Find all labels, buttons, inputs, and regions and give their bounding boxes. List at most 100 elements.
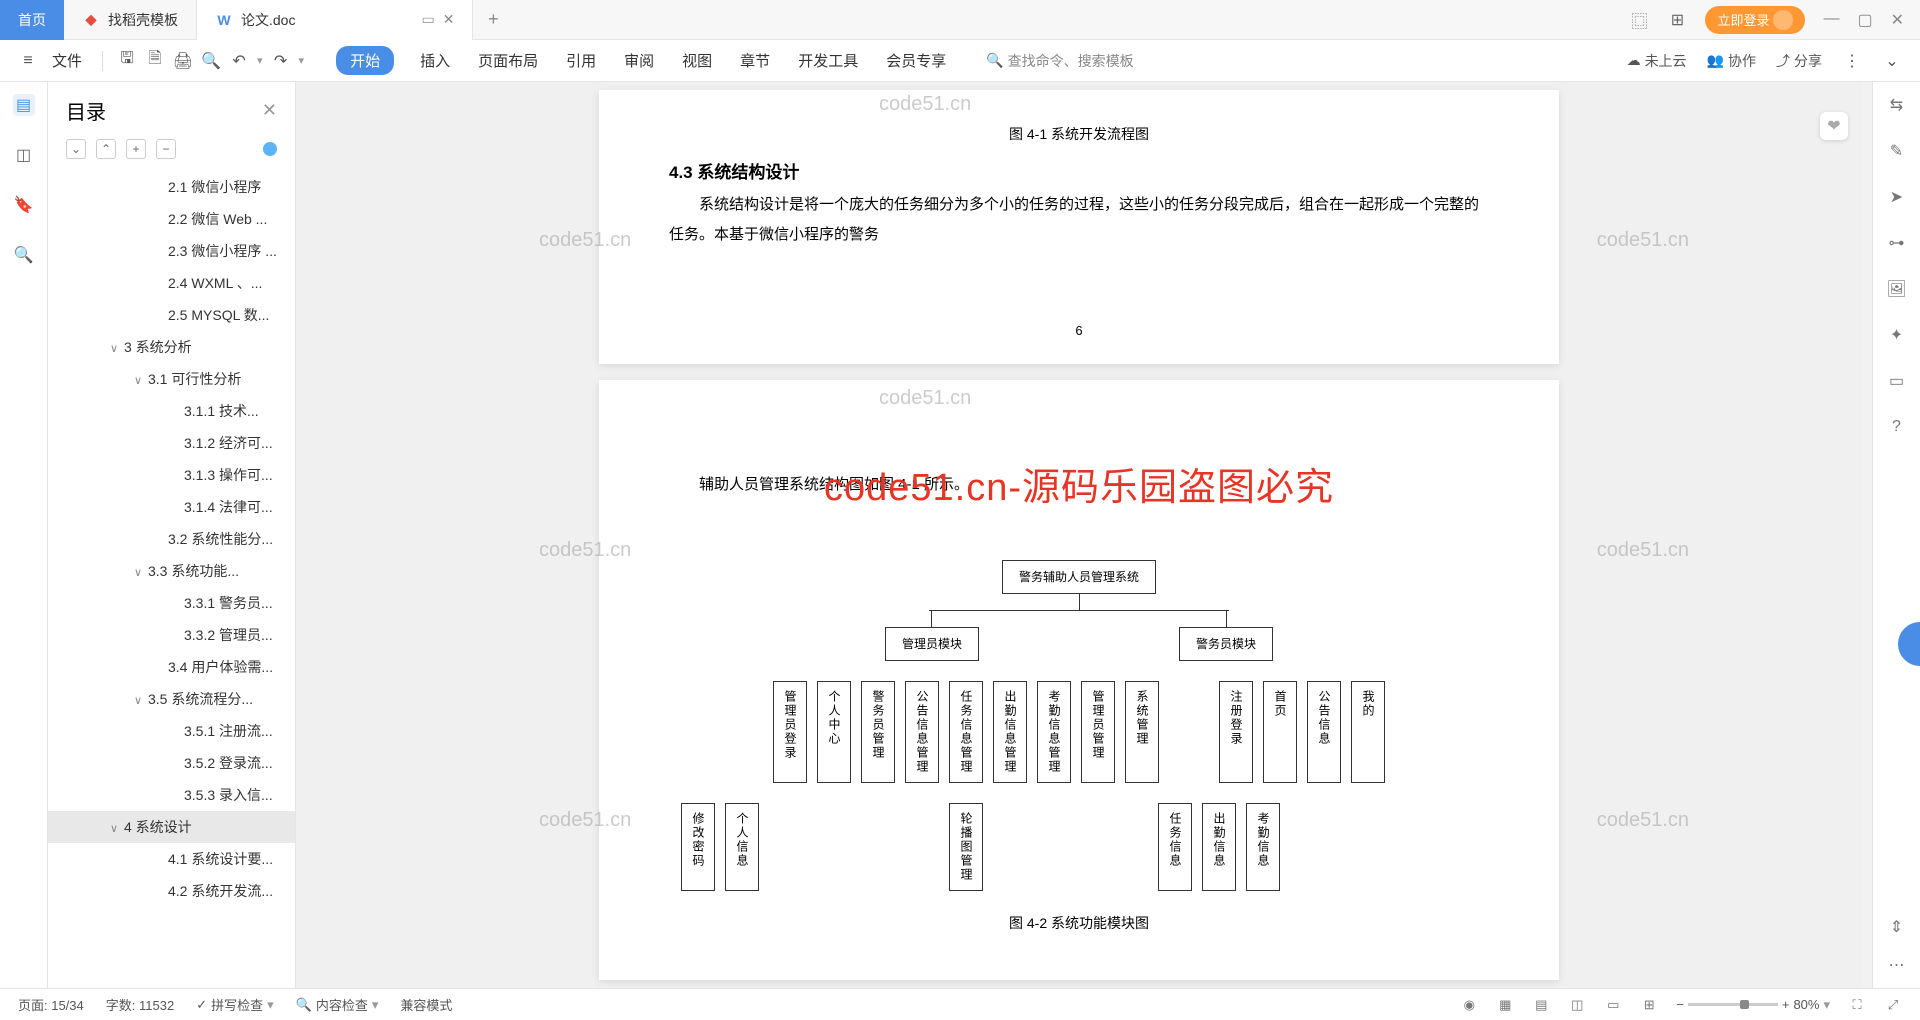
collab-button[interactable]: 👥协作 — [1707, 51, 1756, 71]
collapse-ribbon-icon[interactable]: ⌄ — [1882, 51, 1902, 71]
outline-item[interactable]: 3.5.2 登录流... — [48, 747, 295, 779]
save-as-icon[interactable]: 🗎 — [145, 51, 165, 71]
find-icon[interactable]: 🔍 — [13, 244, 35, 266]
ribbon-tab-section[interactable]: 章节 — [738, 46, 772, 75]
bookmark-toggle[interactable]: ❤ — [1820, 112, 1848, 140]
pen-icon[interactable]: ✎ — [1886, 140, 1908, 162]
outline-item[interactable]: 3.4 用户体验需... — [48, 651, 295, 683]
redo-icon[interactable]: ↷ — [271, 51, 291, 71]
outline-item[interactable]: 3.1.2 经济可... — [48, 427, 295, 459]
ai-icon[interactable]: ✦ — [1886, 324, 1908, 346]
outline-item[interactable]: 2.3 微信小程序 ... — [48, 235, 295, 267]
settings-icon[interactable]: ⊶ — [1886, 232, 1908, 254]
ribbon-tab-start[interactable]: 开始 — [336, 46, 394, 75]
ribbon-tab-insert[interactable]: 插入 — [418, 46, 452, 75]
outline-item[interactable]: 3.5.3 录入信... — [48, 779, 295, 811]
select-icon[interactable]: ➤ — [1886, 186, 1908, 208]
fit-icon[interactable]: ⤢ — [1884, 997, 1902, 1013]
outline-item[interactable]: 2.2 微信 Web ... — [48, 203, 295, 235]
outline-item[interactable]: ∨3.5 系统流程分... — [48, 683, 295, 715]
spellcheck-button[interactable]: ✓拼写检查▾ — [196, 995, 273, 1014]
outline-item[interactable]: 3.3.1 警务员... — [48, 587, 295, 619]
bookmark-icon[interactable]: 🔖 — [13, 194, 35, 216]
outline-item[interactable]: ∨4 系统设计 — [48, 811, 295, 843]
tab-template[interactable]: ◆ 找稻壳模板 — [64, 0, 197, 40]
zoom-in-icon[interactable]: + — [1782, 997, 1790, 1012]
outline-icon[interactable]: ▤ — [13, 94, 35, 116]
maximize-button[interactable]: ▢ — [1857, 10, 1872, 30]
print-preview-icon[interactable]: 🔍 — [201, 51, 221, 71]
login-button[interactable]: 立即登录 — [1705, 6, 1805, 34]
undo-icon[interactable]: ↶ — [229, 51, 249, 71]
outline-options-icon[interactable] — [263, 142, 277, 156]
view1-icon[interactable]: ▦ — [1496, 997, 1514, 1013]
outline-item[interactable]: 2.1 微信小程序 — [48, 171, 295, 203]
ribbon-tab-developer[interactable]: 开发工具 — [796, 46, 860, 75]
outline-item[interactable]: 3.1.4 法律可... — [48, 491, 295, 523]
more-tools-icon[interactable]: ⋯ — [1886, 954, 1908, 976]
remove-button[interactable]: − — [156, 139, 176, 159]
zoom-slider[interactable] — [1688, 1003, 1778, 1006]
view2-icon[interactable]: ▤ — [1532, 997, 1550, 1013]
zoom-out-icon[interactable]: − — [1676, 997, 1684, 1012]
reading-icon[interactable]: ▭ — [1886, 370, 1908, 392]
add-button[interactable]: + — [126, 139, 146, 159]
file-menu[interactable]: 文件 — [46, 50, 88, 71]
outline-item[interactable]: 3.5.1 注册流... — [48, 715, 295, 747]
outline-item[interactable]: 3.1.1 技术... — [48, 395, 295, 427]
thumbnail-icon[interactable]: ◫ — [13, 144, 35, 166]
side-panel-toggle[interactable] — [1898, 622, 1920, 666]
minimize-button[interactable]: — — [1823, 10, 1839, 30]
expand-all-button[interactable]: ⌃ — [96, 139, 116, 159]
scroll-nav-icon[interactable]: ⇕ — [1886, 916, 1908, 938]
ribbon-tab-review[interactable]: 审阅 — [622, 46, 656, 75]
outline-item[interactable]: ∨3.3 系统功能... — [48, 555, 295, 587]
outline-item[interactable]: ∨3.1 可行性分析 — [48, 363, 295, 395]
outline-list[interactable]: 2.1 微信小程序2.2 微信 Web ...2.3 微信小程序 ...2.4 … — [48, 171, 295, 988]
outline-item[interactable]: 4.1 系统设计要... — [48, 843, 295, 875]
outline-item[interactable]: 3.1.3 操作可... — [48, 459, 295, 491]
word-count[interactable]: 字数: 11532 — [106, 995, 174, 1014]
share-button[interactable]: ⤴分享 — [1776, 51, 1822, 71]
outline-item[interactable]: 3.2 系统性能分... — [48, 523, 295, 555]
ribbon-tab-references[interactable]: 引用 — [564, 46, 598, 75]
outline-item[interactable]: ∨3 系统分析 — [48, 331, 295, 363]
compat-mode[interactable]: 兼容模式 — [400, 995, 452, 1014]
outline-item[interactable]: 2.4 WXML 、... — [48, 267, 295, 299]
outline-item[interactable]: 2.5 MYSQL 数... — [48, 299, 295, 331]
tab-document[interactable]: W 论文.doc ▭ ✕ — [197, 0, 473, 40]
image-icon[interactable]: 🖼 — [1886, 278, 1908, 300]
ribbon-tab-layout[interactable]: 页面布局 — [476, 46, 540, 75]
reading-mode-icon[interactable]: ⿴ — [1629, 10, 1649, 30]
expand-icon[interactable]: ⛶ — [1848, 997, 1866, 1013]
more-icon[interactable]: ⋮ — [1842, 51, 1862, 71]
content-check-button[interactable]: 🔍内容检查▾ — [296, 995, 379, 1014]
close-icon[interactable]: ✕ — [443, 11, 455, 28]
new-tab-button[interactable]: + — [473, 9, 513, 30]
outline-item[interactable]: 3.3.2 管理员... — [48, 619, 295, 651]
view4-icon[interactable]: ▭ — [1604, 997, 1622, 1013]
close-panel-icon[interactable]: ✕ — [262, 100, 277, 121]
eye-icon[interactable]: ◉ — [1460, 997, 1478, 1013]
view3-icon[interactable]: ◫ — [1568, 997, 1586, 1013]
tab-home[interactable]: 首页 — [0, 0, 64, 40]
window-mode-icon[interactable]: ▭ — [421, 11, 434, 28]
help-icon[interactable]: ? — [1886, 416, 1908, 438]
document-area[interactable]: ❤ code51.cn 图 4-1 系统开发流程图 4.3 系统结构设计 系统结… — [296, 82, 1862, 988]
outline-item[interactable]: 4.2 系统开发流... — [48, 875, 295, 907]
close-window-button[interactable]: ✕ — [1891, 10, 1904, 30]
save-icon[interactable]: 🖫 — [117, 51, 137, 71]
cloud-status[interactable]: ☁未上云 — [1627, 51, 1687, 71]
adjust-icon[interactable]: ⇆ — [1886, 94, 1908, 116]
search-input[interactable]: 🔍 查找命令、搜索模板 — [986, 51, 1133, 71]
ribbon-tab-view[interactable]: 视图 — [680, 46, 714, 75]
menu-icon[interactable]: ≡ — [18, 51, 38, 71]
grid-icon[interactable]: ⊞ — [1667, 10, 1687, 30]
print-icon[interactable]: 🖨 — [173, 51, 193, 71]
ribbon-tab-vip[interactable]: 会员专享 — [884, 46, 948, 75]
view5-icon[interactable]: ⊞ — [1640, 997, 1658, 1013]
scrollbar[interactable] — [1862, 82, 1872, 988]
page-indicator[interactable]: 页面: 15/34 — [18, 995, 84, 1014]
zoom-control[interactable]: − + 80%▾ — [1676, 997, 1830, 1013]
collapse-all-button[interactable]: ⌄ — [66, 139, 86, 159]
